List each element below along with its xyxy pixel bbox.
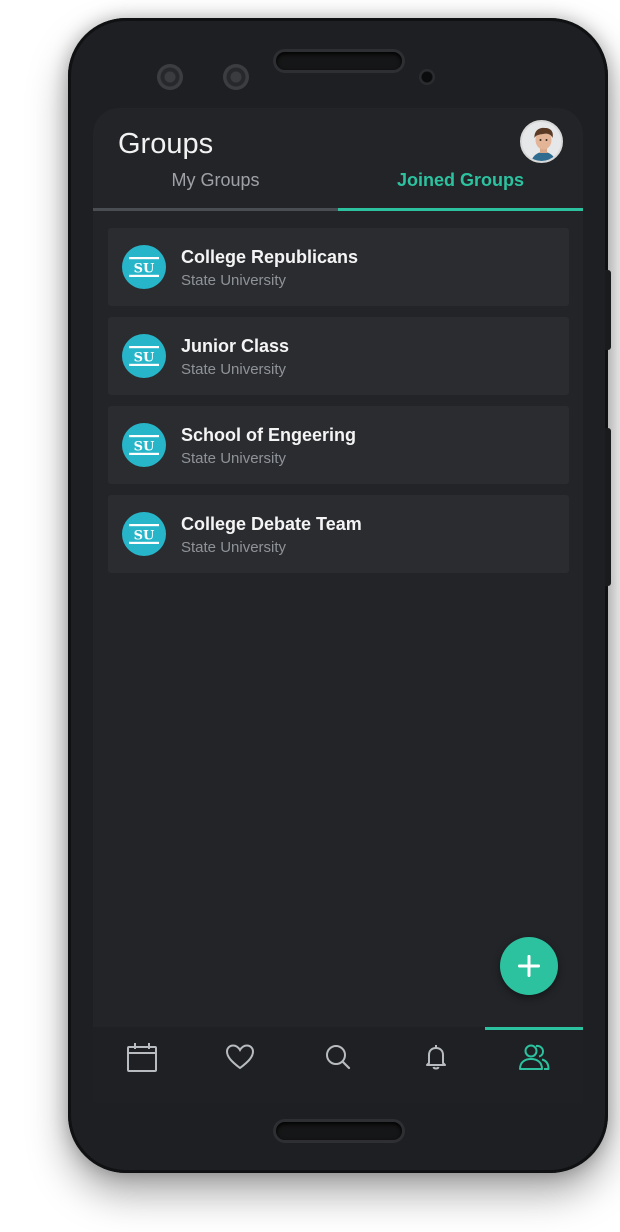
su-logo-icon: SU [129,435,159,455]
volume-button [605,428,611,586]
front-camera [157,64,183,90]
app-screen: Groups My Groups Joined Groups SU Colleg… [93,108,583,1103]
group-item[interactable]: SU School of Engeering State University [108,406,569,484]
group-school: State University [181,361,287,378]
add-group-button[interactable] [500,937,558,995]
su-logo-icon: SU [129,346,159,366]
nav-item-favorites[interactable] [191,1027,289,1091]
nav-item-notifications[interactable] [387,1027,485,1091]
group-school: State University [181,450,287,467]
page-title: Groups [118,128,214,160]
app-header: Groups My Groups Joined Groups [93,108,583,212]
su-logo-icon: SU [129,257,159,277]
group-name: School of Engeering [181,425,357,445]
nav-item-search[interactable] [289,1027,387,1091]
group-item[interactable]: SU College Debate Team State University [108,495,569,573]
tab-active-indicator [338,208,583,211]
proximity-sensor [419,69,435,85]
power-button [605,270,611,350]
group-logo: SU [122,334,166,378]
joined-groups-list: SU College Republicans State University … [108,228,569,584]
logo-text: SU [134,351,155,366]
groups-icon [519,1044,550,1070]
plus-icon [518,955,540,977]
tab-joined-groups[interactable]: Joined Groups [338,170,583,191]
logo-text: SU [134,262,155,277]
group-name: College Republicans [181,247,359,267]
group-logo: SU [122,423,166,467]
heart-icon [225,1044,255,1070]
group-name: Junior Class [181,336,290,356]
bottom-navigation [93,1027,583,1103]
logo-text: SU [134,440,155,455]
bottom-speaker [276,1122,402,1140]
front-camera-secondary [223,64,249,90]
profile-avatar[interactable] [520,120,563,163]
bell-icon [426,1045,446,1070]
group-name: College Debate Team [181,514,362,534]
nav-item-groups[interactable] [485,1027,583,1091]
group-item[interactable]: SU College Republicans State University [108,228,569,306]
su-logo-icon: SU [129,524,159,544]
group-school: State University [181,539,287,556]
calendar-icon [127,1043,157,1072]
earpiece-speaker [276,52,402,70]
search-icon [326,1045,351,1070]
logo-text: SU [134,529,155,544]
tab-my-groups[interactable]: My Groups [93,170,338,191]
group-logo: SU [122,512,166,556]
user-avatar-icon [522,122,561,161]
group-item[interactable]: SU Junior Class State University [108,317,569,395]
group-logo: SU [122,245,166,289]
nav-item-calendar[interactable] [93,1027,191,1091]
group-school: State University [181,272,287,289]
